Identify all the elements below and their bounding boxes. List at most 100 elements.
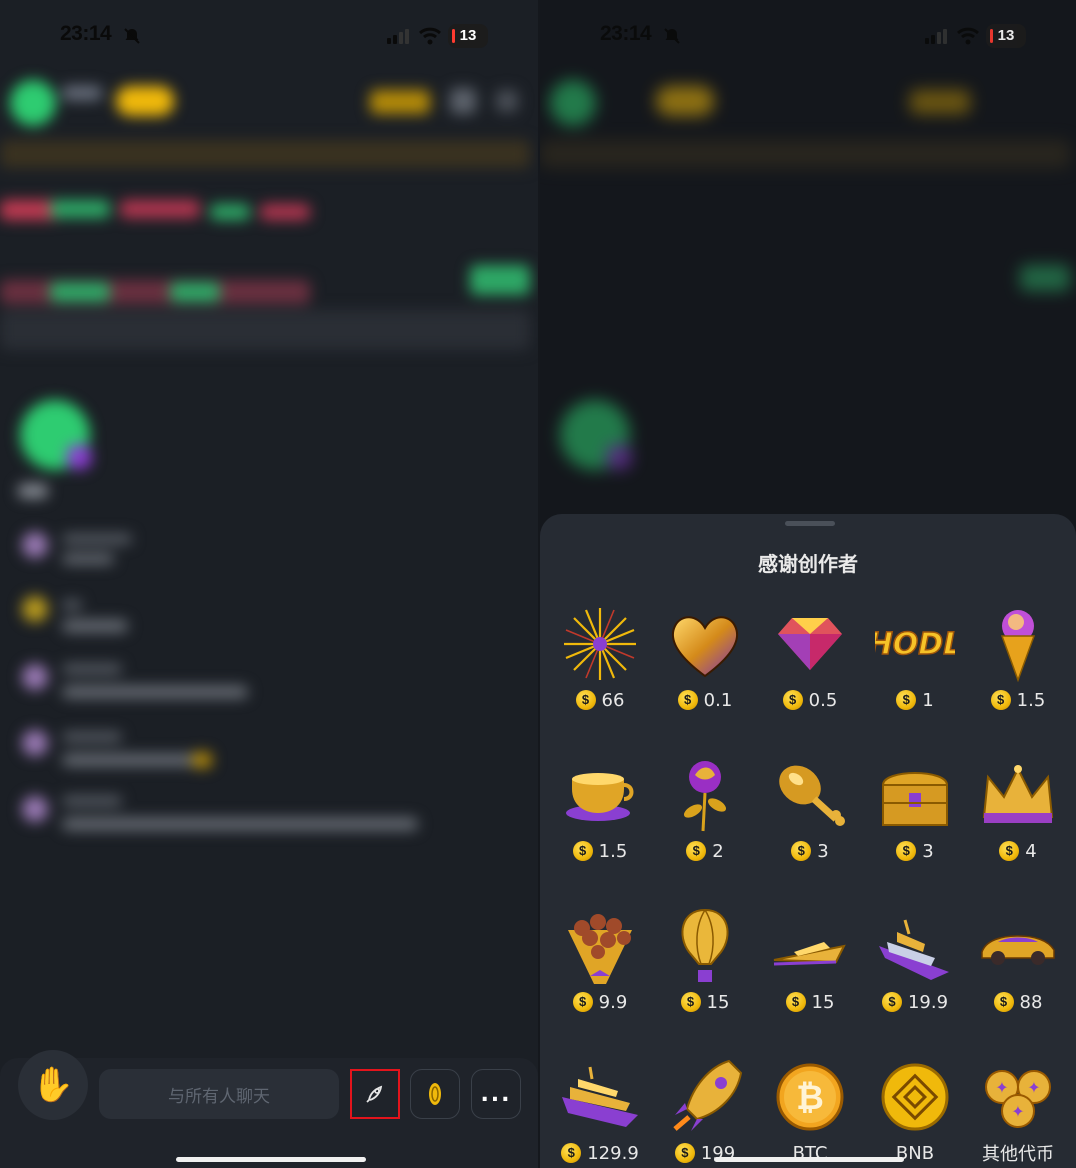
gift-price: $ 1.5 — [968, 688, 1068, 712]
battery-indicator: 13 — [986, 24, 1026, 48]
yacht-small-icon — [773, 942, 846, 966]
gift-item-rocket[interactable]: $ 199 — [655, 1057, 755, 1168]
svg-text:HODL: HODL — [875, 627, 955, 662]
coin-icon: $ — [990, 690, 1011, 710]
gift-item-hodl[interactable]: HODL $ 1 — [865, 604, 965, 744]
svg-text:✦: ✦ — [1027, 1078, 1040, 1097]
gift-price: $ 88 — [968, 990, 1068, 1014]
status-time: 23:14 — [60, 22, 112, 45]
gift-price: $ 3 — [865, 839, 965, 863]
crown-icon — [982, 765, 1054, 823]
status-bar: 23:14 13 — [540, 18, 1076, 54]
gift-item-heart[interactable]: $ 0.1 — [655, 604, 755, 744]
gift-item-bouquet[interactable]: $ 9.9 — [550, 906, 650, 1046]
cell-signal-icon — [925, 29, 947, 44]
gift-item-yacht[interactable]: $ 19.9 — [865, 906, 965, 1046]
svg-text:✦: ✦ — [1011, 1102, 1024, 1121]
sheet-grab-handle[interactable] — [785, 521, 835, 526]
hot-air-balloon-icon — [681, 908, 729, 982]
wifi-icon — [957, 27, 979, 45]
fireworks-icon — [564, 608, 636, 680]
bnb-coin-icon — [881, 1063, 949, 1131]
gift-item-cruise-ship[interactable]: $ 129.9 — [550, 1057, 650, 1168]
gift-item-bnb[interactable]: BNB — [865, 1057, 965, 1168]
other-coins-icon: ✦ ✦ ✦ — [985, 1070, 1051, 1128]
gift-item-diamond[interactable]: $ 0.5 — [760, 604, 860, 744]
gift-sheet-screen: 23:14 13 感谢创作者 $ 66 $ 0.1 $ 0.5 OD $ 1 $… — [540, 0, 1076, 1168]
gift-button[interactable] — [350, 1069, 400, 1119]
svg-text:₿: ₿ — [796, 1078, 824, 1118]
sheet-title: 感谢创作者 — [758, 552, 858, 576]
rocket-gift-icon — [366, 1085, 383, 1103]
yacht-icon — [879, 919, 949, 980]
raise-hand-button[interactable]: ✋ — [18, 1050, 88, 1120]
gift-price: $ 0.1 — [655, 688, 755, 712]
blurred-live-content — [0, 60, 538, 1168]
coin-icon: $ — [993, 992, 1014, 1012]
rose-icon — [683, 761, 727, 832]
gift-item-yacht-small[interactable]: $ 15 — [760, 906, 860, 1046]
gift-price: $ 15 — [655, 990, 755, 1014]
gift-item-fireworks[interactable]: $ 66 — [550, 604, 650, 744]
drumstick-icon — [779, 765, 845, 826]
gift-item-drumstick[interactable]: $ 3 — [760, 755, 860, 895]
svg-text:✦: ✦ — [995, 1078, 1008, 1097]
gift-price: $ 1 — [865, 688, 965, 712]
gift-price: $ 1.5 — [550, 839, 650, 863]
gift-price: $ 129.9 — [550, 1141, 650, 1165]
sports-car-icon — [981, 935, 1055, 965]
chat-input[interactable]: 与所有人聊天 — [99, 1069, 339, 1119]
gift-item-ice-cream[interactable]: $ 1.5 — [968, 604, 1068, 744]
ice-cream-icon — [1000, 610, 1036, 683]
gift-label: 其他代币 — [982, 1144, 1054, 1165]
gift-item-other-coins[interactable]: ✦ ✦ ✦ 其他代币 — [968, 1057, 1068, 1168]
coin-icon: $ — [999, 841, 1020, 861]
coin-icon: $ — [575, 690, 596, 710]
coffee-cup-icon — [566, 773, 634, 821]
coin-icon: $ — [881, 992, 902, 1012]
gift-item-treasure-chest[interactable]: $ 3 — [865, 755, 965, 895]
gift-price: $ 19.9 — [865, 990, 965, 1014]
diamond-icon — [778, 618, 842, 670]
coin-icon: $ — [791, 841, 812, 861]
home-indicator — [714, 1157, 904, 1162]
coin-tip-button[interactable] — [410, 1069, 460, 1119]
more-button[interactable]: ... — [471, 1069, 521, 1119]
gift-price: $ 15 — [760, 990, 860, 1014]
rocket-icon — [673, 1059, 743, 1131]
hodl-icon: HODL — [875, 626, 955, 663]
gift-item-crown[interactable]: $ 4 — [968, 755, 1068, 895]
gold-heart-icon — [671, 616, 739, 678]
bell-muted-icon — [124, 28, 140, 44]
btc-coin-icon: ₿ — [776, 1063, 844, 1131]
cell-signal-icon — [387, 29, 409, 44]
coin-icon — [429, 1083, 441, 1105]
gift-price: $ 2 — [655, 839, 755, 863]
status-bar: 23:14 13 — [0, 18, 538, 54]
coin-icon: $ — [680, 992, 701, 1012]
gift-price: $ 4 — [968, 839, 1068, 863]
gift-price: $ 0.5 — [760, 688, 860, 712]
coin-icon: $ — [677, 690, 698, 710]
coin-icon: $ — [686, 841, 707, 861]
coin-icon: $ — [674, 1143, 695, 1163]
gift-item-rose[interactable]: $ 2 — [655, 755, 755, 895]
gift-price: $ 66 — [550, 688, 650, 712]
gift-item-sports-car[interactable]: $ 88 — [968, 906, 1068, 1046]
live-room-screen: 23:14 13 ✋ 与所有人聊天 ... — [0, 0, 538, 1168]
home-indicator — [176, 1157, 366, 1162]
gift-sheet: 感谢创作者 $ 66 $ 0.1 $ 0.5 OD $ 1 $ 1.5 $ 1.… — [540, 514, 1076, 1168]
raise-hand-icon: ✋ — [31, 1065, 75, 1105]
coin-icon: $ — [896, 841, 917, 861]
cruise-ship-icon — [562, 1066, 638, 1127]
bouquet-icon — [568, 914, 632, 984]
gift-item-balloon[interactable]: $ 15 — [655, 906, 755, 1046]
coin-icon: $ — [785, 992, 806, 1012]
coin-icon: $ — [896, 690, 917, 710]
gift-item-btc[interactable]: ₿ BTC — [760, 1057, 860, 1168]
bell-muted-icon — [664, 28, 680, 44]
status-time: 23:14 — [600, 22, 652, 45]
treasure-chest-icon — [881, 772, 949, 826]
coin-icon: $ — [572, 841, 593, 861]
gift-item-coffee-cup[interactable]: $ 1.5 — [550, 755, 650, 895]
